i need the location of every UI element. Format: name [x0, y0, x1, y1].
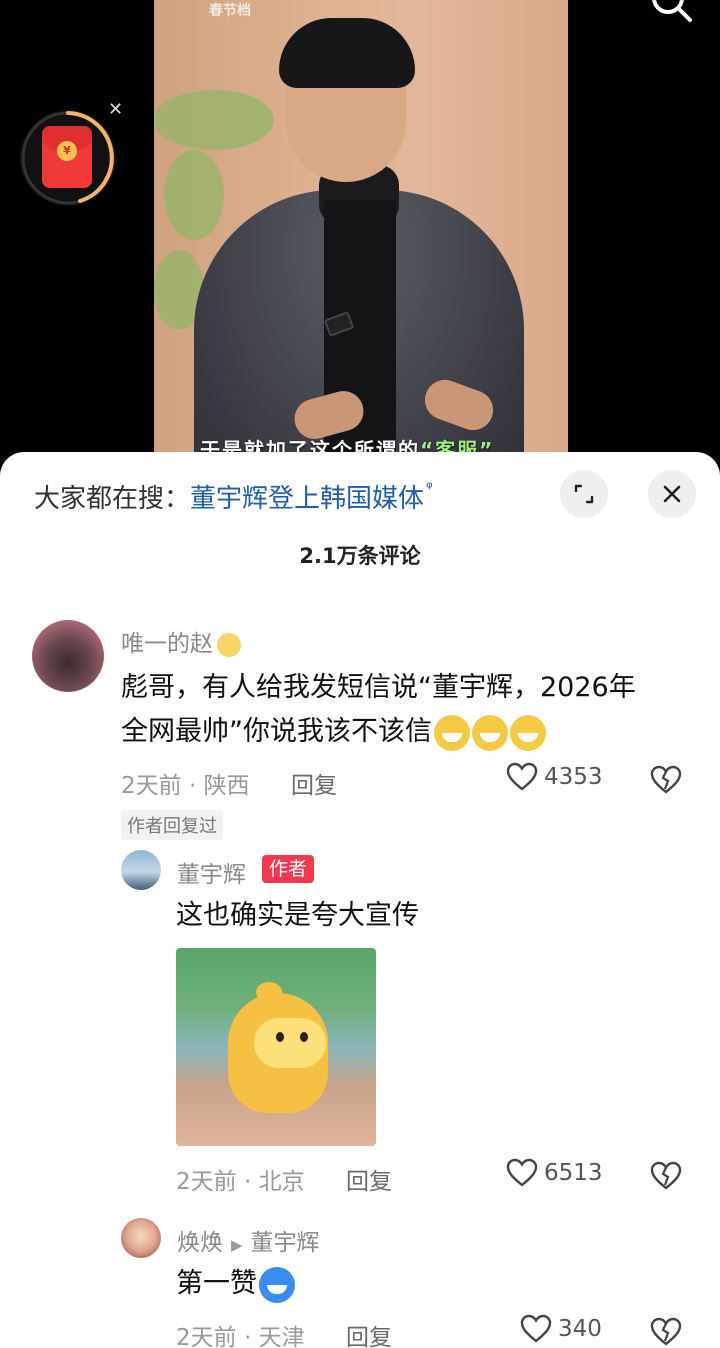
reply-button[interactable]: 回复: [291, 766, 337, 800]
emoji-icon: [259, 1266, 295, 1303]
like-count: 6513: [544, 1160, 603, 1186]
comment-username[interactable]: 唯一的赵: [121, 624, 241, 658]
plant-decoration: [154, 90, 274, 150]
comment-text: 彪哥，有人给我发短信说“董宇辉，2026年 全网最帅”你说我该不该信: [121, 666, 701, 754]
avatar[interactable]: [121, 850, 161, 890]
like-count: 340: [558, 1316, 602, 1342]
red-packet-widget[interactable]: ¥: [20, 110, 116, 206]
video-frame: [154, 0, 568, 470]
comment-sheet: 大家都在搜：董宇辉登上韩国媒体 ᵠ 2.1万条评论 唯一的赵 彪哥，有人给我发短信…: [0, 452, 720, 1348]
comment-meta: 2天前 · 陕西: [121, 773, 250, 799]
sticker-image[interactable]: [176, 948, 376, 1146]
trending-search-prefix: 大家都在搜：: [34, 484, 191, 514]
author-replied-tag: 作者回复过: [121, 810, 223, 840]
video-player[interactable]: 春节档 于是就加了这个所谓的“客服” ¥ ✕: [0, 0, 720, 470]
search-icon[interactable]: [648, 0, 694, 26]
like-button[interactable]: 340: [520, 1314, 602, 1344]
like-button[interactable]: 6513: [506, 1158, 603, 1188]
like-button[interactable]: 4353: [506, 762, 603, 792]
reply-text: 这也确实是夸大宣传: [176, 900, 419, 931]
close-sheet-button[interactable]: [648, 470, 696, 518]
reply-button[interactable]: 回复: [346, 1162, 392, 1196]
trending-search-query[interactable]: 董宇辉登上韩国媒体: [190, 484, 424, 514]
expand-button[interactable]: [560, 470, 608, 518]
comment-line-text: 全网最帅”你说我该不该信: [121, 716, 432, 747]
avatar[interactable]: [121, 1218, 161, 1258]
reply-text-content: 第一赞: [176, 1268, 257, 1299]
heart-icon: [506, 1158, 538, 1187]
comment-count-title: 2.1万条评论: [299, 544, 421, 568]
sweat-smile-emoji-icon: [472, 714, 508, 751]
like-count: 4353: [544, 764, 603, 790]
reply-button[interactable]: 回复: [346, 1318, 392, 1348]
trending-search-bar[interactable]: 大家都在搜：董宇辉登上韩国媒体 ᵠ: [34, 478, 433, 515]
comment-line: 全网最帅”你说我该不该信: [121, 710, 701, 754]
sweat-smile-emoji-icon: [434, 714, 470, 751]
search-small-icon: ᵠ: [426, 478, 433, 497]
reply-meta: 2天前 · 北京: [176, 1169, 305, 1195]
close-icon[interactable]: ✕: [108, 99, 123, 120]
heart-icon: [506, 762, 538, 791]
reply-username[interactable]: 董宇辉: [177, 855, 246, 889]
avatar[interactable]: [32, 620, 104, 692]
plant-decoration: [164, 150, 224, 240]
broken-heart-icon[interactable]: [650, 1161, 682, 1191]
reply-to-username: 董宇辉: [250, 1230, 320, 1256]
broken-heart-icon[interactable]: [650, 765, 682, 795]
heart-icon: [520, 1314, 552, 1343]
reply-meta: 2天前 · 天津: [176, 1325, 305, 1348]
red-packet-icon: ¥: [42, 126, 92, 188]
expand-icon: [574, 484, 594, 504]
person-hair: [279, 18, 415, 88]
reply-text: 第一赞: [176, 1262, 295, 1306]
broken-heart-icon[interactable]: [650, 1317, 682, 1347]
sun-icon: [217, 632, 241, 657]
username-text: 焕焕: [177, 1230, 223, 1256]
reply-username[interactable]: 焕焕 ▶ 董宇辉: [177, 1223, 320, 1257]
close-icon: [663, 485, 681, 503]
author-badge: 作者: [262, 855, 315, 883]
username-text: 唯一的赵: [121, 631, 213, 657]
sweat-smile-emoji-icon: [510, 714, 546, 751]
reply-arrow-icon: ▶: [231, 1236, 243, 1254]
video-top-label: 春节档: [209, 3, 251, 19]
comment-line: 彪哥，有人给我发短信说“董宇辉，2026年: [121, 672, 636, 703]
